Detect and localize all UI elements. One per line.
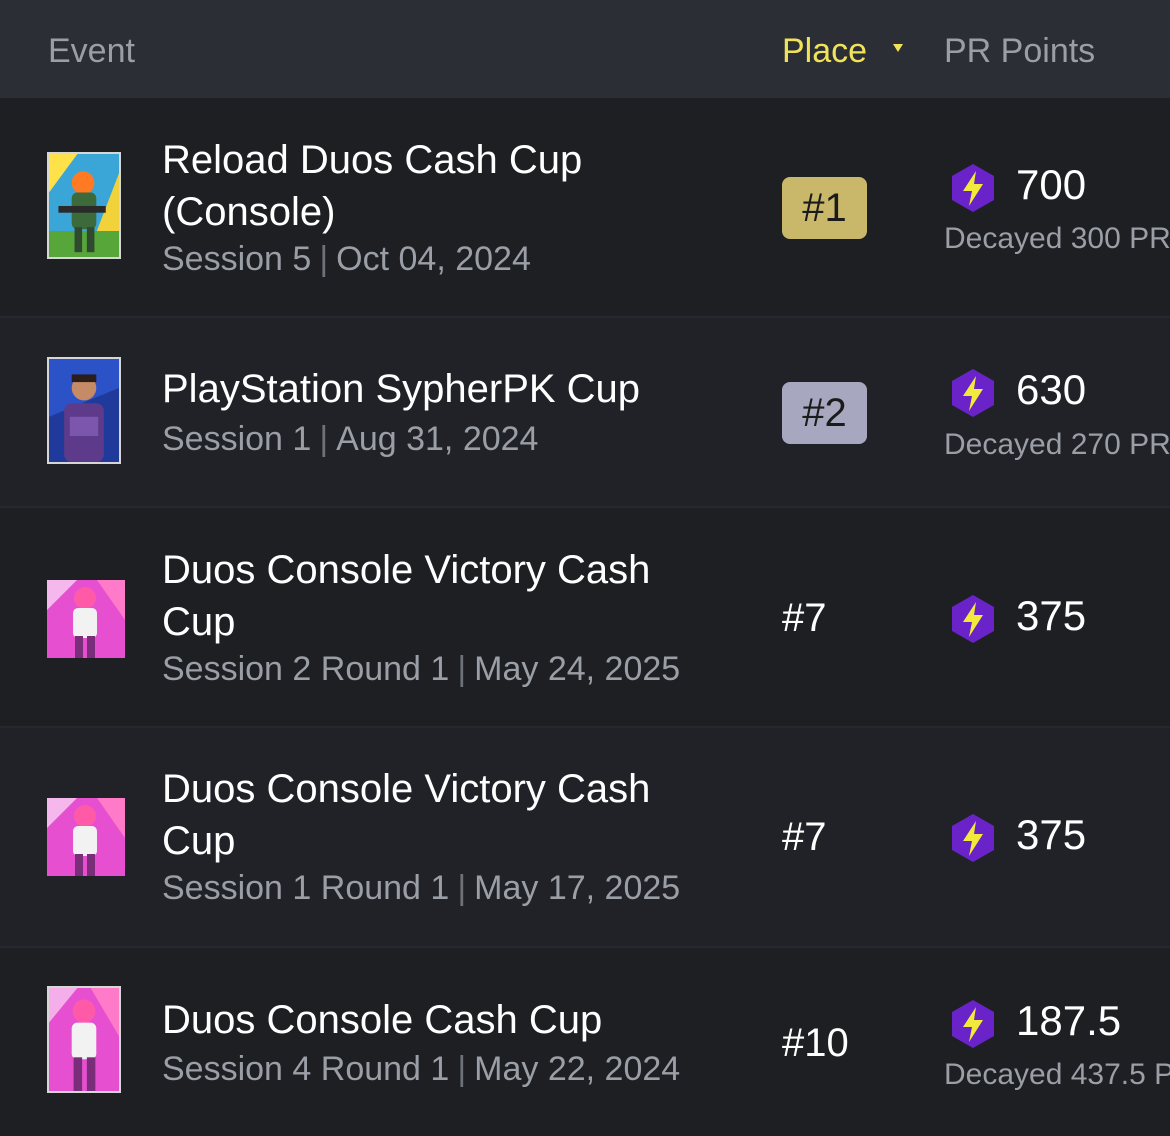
decayed-pr: Decayed 300 PR [944, 222, 1170, 255]
pr-bolt-icon [952, 814, 994, 862]
event-date: Aug 31, 2024 [336, 420, 539, 458]
decayed-pr: Decayed 270 PR [944, 428, 1170, 461]
pr-points-value: 630 [1016, 366, 1087, 413]
table-row[interactable]: Duos Console Victory Cash Cup Session 1 … [0, 728, 1170, 948]
event-session: Session 2 Round 1 [162, 650, 450, 688]
event-title[interactable]: Duos Console Victory Cash Cup [162, 544, 722, 648]
sort-descending-icon[interactable] [893, 44, 903, 52]
event-session: Session 5 [162, 240, 312, 278]
event-title[interactable]: PlayStation SypherPK Cup [162, 363, 722, 415]
pr-bolt-icon [952, 369, 994, 417]
event-meta: Session 1 | Aug 31, 2024 [162, 420, 538, 459]
place-value: #10 [782, 1021, 849, 1065]
event-meta: Session 2 Round 1 | May 24, 2025 [162, 650, 680, 689]
event-thumbnail [47, 580, 125, 658]
meta-separator: | [457, 869, 467, 907]
event-meta: Session 4 Round 1 | May 22, 2024 [162, 1050, 680, 1089]
pr-points-value: 187.5 [1016, 997, 1122, 1044]
meta-separator: | [457, 1050, 467, 1088]
table-row[interactable]: Duos Console Cash Cup Session 4 Round 1 |… [0, 948, 1170, 1136]
pr-bolt-icon [952, 164, 994, 212]
event-thumbnail [47, 357, 121, 464]
event-date: Oct 04, 2024 [336, 240, 531, 278]
place-badge-gold: #1 [782, 177, 867, 239]
column-header-pr-points[interactable]: PR Points [944, 32, 1095, 71]
pr-bolt-icon [952, 1000, 994, 1048]
table-row[interactable]: PlayStation SypherPK Cup Session 1 | Aug 3… [0, 318, 1170, 508]
table-row[interactable]: Duos Console Victory Cash Cup Session 2 … [0, 508, 1170, 728]
event-session: Session 1 [162, 420, 312, 458]
table-row[interactable]: Reload Duos Cash Cup (Console) Session 5… [0, 98, 1170, 318]
pr-points-value: 700 [1016, 161, 1087, 208]
event-meta: Session 1 Round 1 | May 17, 2025 [162, 869, 680, 908]
event-title[interactable]: Reload Duos Cash Cup (Console) [162, 134, 722, 238]
table-header: Event Place PR Points [0, 0, 1170, 98]
meta-separator: | [319, 420, 329, 458]
meta-separator: | [319, 240, 329, 278]
column-header-place[interactable]: Place [782, 32, 867, 71]
event-session: Session 1 Round 1 [162, 869, 450, 907]
event-date: May 22, 2024 [474, 1050, 681, 1088]
event-thumbnail [47, 152, 121, 259]
pr-points-value: 375 [1016, 592, 1087, 639]
meta-separator: | [457, 650, 467, 688]
event-session: Session 4 Round 1 [162, 1050, 450, 1088]
place-badge-silver: #2 [782, 382, 867, 444]
event-thumbnail [47, 986, 121, 1093]
decayed-pr: Decayed 437.5 P [944, 1058, 1170, 1091]
event-title[interactable]: Duos Console Cash Cup [162, 994, 722, 1046]
event-date: May 24, 2025 [474, 650, 681, 688]
pr-points-value: 375 [1016, 811, 1087, 858]
event-meta: Session 5 | Oct 04, 2024 [162, 240, 531, 279]
event-date: May 17, 2025 [474, 869, 681, 907]
place-value: #7 [782, 596, 827, 640]
pr-bolt-icon [952, 595, 994, 643]
column-header-event[interactable]: Event [48, 32, 135, 71]
place-value: #7 [782, 815, 827, 859]
event-thumbnail [47, 798, 125, 876]
event-title[interactable]: Duos Console Victory Cash Cup [162, 763, 722, 867]
